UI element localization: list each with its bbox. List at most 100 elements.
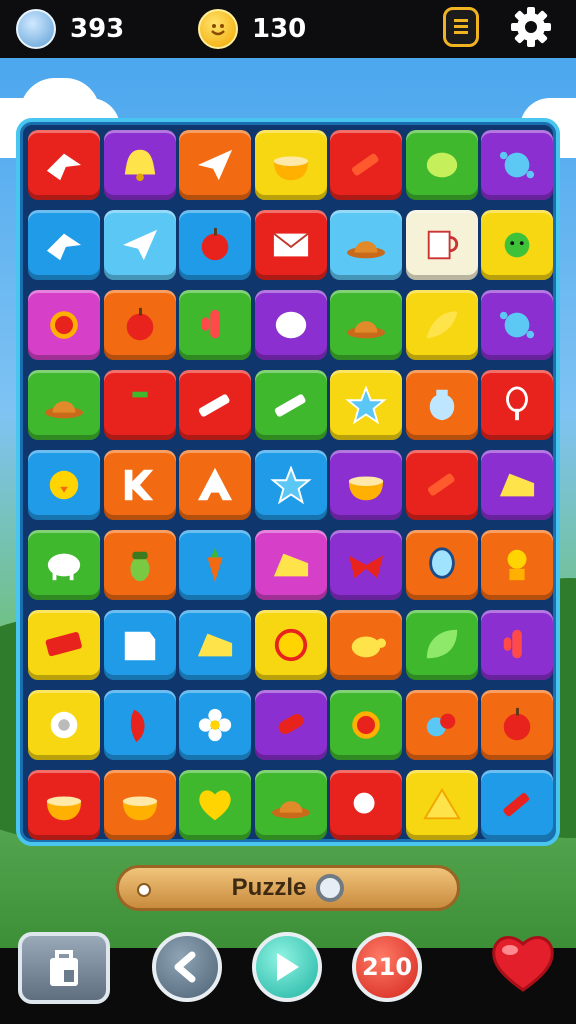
tile-heart[interactable] bbox=[179, 770, 251, 840]
tile-feather[interactable] bbox=[103, 690, 176, 760]
bowl-icon bbox=[46, 796, 82, 821]
tile-crayon[interactable] bbox=[405, 450, 478, 520]
tile-paper-plane[interactable] bbox=[179, 130, 251, 200]
tile-chick[interactable] bbox=[28, 450, 100, 520]
settings-button[interactable] bbox=[510, 6, 552, 48]
tile-flower[interactable] bbox=[179, 690, 251, 760]
flower-pot-icon bbox=[507, 549, 527, 581]
tile-letter-a[interactable] bbox=[179, 450, 251, 520]
ribbon-icon bbox=[348, 555, 384, 579]
tile-paper[interactable] bbox=[103, 610, 176, 680]
tile-mirror[interactable] bbox=[405, 530, 478, 600]
tile-nacho[interactable] bbox=[405, 770, 478, 840]
tile-eraser[interactable] bbox=[28, 610, 100, 680]
tile-letter-k[interactable] bbox=[103, 450, 176, 520]
cheese-icon bbox=[499, 473, 535, 497]
moves-counter-button[interactable]: 210 bbox=[352, 932, 422, 1002]
tile-jug[interactable] bbox=[405, 210, 478, 280]
hat-icon bbox=[45, 401, 83, 419]
tile-balloon[interactable] bbox=[254, 290, 327, 360]
tile-bowl[interactable] bbox=[103, 770, 176, 840]
tile-star[interactable] bbox=[330, 370, 402, 440]
tile-star[interactable] bbox=[254, 450, 327, 520]
tile-cheese[interactable] bbox=[254, 530, 327, 600]
bowl-icon bbox=[348, 476, 384, 501]
hat-icon bbox=[271, 801, 310, 819]
tile-sun[interactable] bbox=[28, 290, 100, 360]
bowl-icon bbox=[122, 796, 157, 821]
bird-icon bbox=[46, 153, 82, 181]
apple-icon bbox=[503, 707, 531, 741]
back-button[interactable] bbox=[152, 932, 222, 1002]
star-icon bbox=[269, 466, 312, 504]
marker-icon bbox=[503, 793, 530, 817]
tile-acorn[interactable] bbox=[103, 530, 176, 600]
tile-sun[interactable] bbox=[330, 690, 402, 760]
leaf-icon bbox=[426, 629, 457, 659]
tile-pencil[interactable] bbox=[179, 370, 251, 440]
tile-sheep[interactable] bbox=[28, 530, 100, 600]
refresh-ring-icon bbox=[316, 874, 345, 902]
apple-icon bbox=[201, 227, 229, 261]
pencil-icon bbox=[198, 394, 230, 417]
tile-bird[interactable] bbox=[28, 130, 100, 200]
tile-vase[interactable] bbox=[405, 370, 478, 440]
tile-splat[interactable] bbox=[481, 130, 553, 200]
tile-bowl[interactable] bbox=[330, 450, 402, 520]
puzzle-mode-button[interactable]: Puzzle bbox=[116, 865, 460, 911]
whisk-icon bbox=[506, 386, 528, 421]
tile-envelope[interactable] bbox=[254, 210, 327, 280]
tile-germ[interactable] bbox=[481, 210, 553, 280]
tile-turtle[interactable] bbox=[330, 610, 402, 680]
tile-pepper[interactable] bbox=[405, 290, 478, 360]
tile-bell[interactable] bbox=[103, 130, 176, 200]
clipboard-button[interactable] bbox=[440, 6, 482, 48]
lives-button[interactable] bbox=[490, 930, 556, 996]
shop-button[interactable] bbox=[18, 932, 110, 1004]
tile-candy[interactable] bbox=[254, 690, 327, 760]
tile-carrot[interactable] bbox=[179, 530, 251, 600]
smiles-counter: 130 bbox=[198, 9, 306, 49]
tile-bowl[interactable] bbox=[28, 770, 100, 840]
tile-lemon[interactable] bbox=[405, 130, 478, 200]
tile-gear[interactable] bbox=[28, 690, 100, 760]
tile-hat[interactable] bbox=[330, 290, 402, 360]
heart-icon bbox=[199, 790, 231, 821]
letter-a-icon bbox=[197, 467, 233, 501]
splat-icon bbox=[499, 311, 535, 339]
play-button[interactable] bbox=[252, 932, 322, 1002]
tile-hat[interactable] bbox=[330, 210, 402, 280]
tile-hat[interactable] bbox=[254, 770, 327, 840]
tile-flower-pot[interactable] bbox=[481, 530, 553, 600]
tile-apple[interactable] bbox=[481, 690, 553, 760]
tile-cheese[interactable] bbox=[179, 610, 251, 680]
tile-bird[interactable] bbox=[28, 210, 100, 280]
tile-badge[interactable] bbox=[254, 610, 327, 680]
tile-strawberry[interactable] bbox=[103, 370, 176, 440]
apple-icon bbox=[126, 307, 153, 341]
tile-apple[interactable] bbox=[179, 210, 251, 280]
tile-pencil[interactable] bbox=[254, 370, 327, 440]
tile-cactus[interactable] bbox=[179, 290, 251, 360]
tile-cactus[interactable] bbox=[481, 610, 553, 680]
candy-icon bbox=[278, 714, 303, 735]
tile-berries[interactable] bbox=[405, 690, 478, 760]
bell-icon bbox=[124, 149, 155, 182]
tile-magnifier[interactable] bbox=[330, 770, 402, 840]
bowl-icon bbox=[273, 156, 308, 181]
tile-leaf[interactable] bbox=[405, 610, 478, 680]
tile-cheese[interactable] bbox=[481, 450, 553, 520]
clipboard-icon bbox=[443, 7, 479, 47]
tile-bowl[interactable] bbox=[254, 130, 327, 200]
tile-ribbon[interactable] bbox=[330, 530, 402, 600]
tile-splat[interactable] bbox=[481, 290, 553, 360]
hat-icon bbox=[347, 321, 385, 339]
tile-paper-plane[interactable] bbox=[103, 210, 176, 280]
tile-marker[interactable] bbox=[481, 770, 553, 840]
tile-crayon[interactable] bbox=[330, 130, 402, 200]
tile-apple[interactable] bbox=[103, 290, 176, 360]
tile-hat[interactable] bbox=[28, 370, 100, 440]
coins-counter: 393 bbox=[16, 9, 124, 49]
feather-icon bbox=[130, 709, 145, 743]
tile-whisk[interactable] bbox=[481, 370, 553, 440]
